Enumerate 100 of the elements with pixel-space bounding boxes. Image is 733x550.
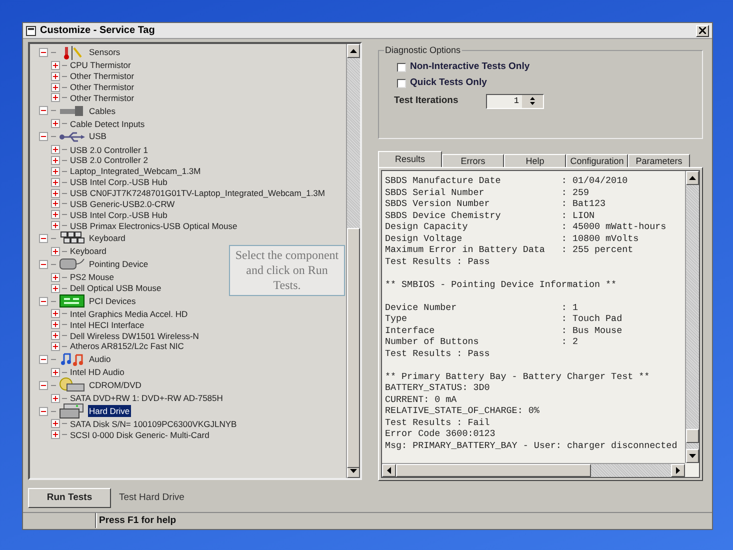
tree-item[interactable]: USB Intel Corp.-USB Hub — [69, 210, 168, 220]
scroll-up-icon[interactable] — [689, 176, 696, 180]
expand-icon[interactable] — [51, 272, 60, 282]
result-line: SBDS Device Chemistry : LION — [385, 210, 596, 221]
keyboard-icon — [59, 231, 85, 246]
mouse-icon — [59, 257, 85, 272]
tree-item[interactable]: USB Generic-USB2.0-CRW — [69, 198, 176, 209]
checkbox-label: Quick Tests Only — [410, 76, 487, 90]
tree-category[interactable]: USB — [88, 130, 108, 144]
tree-item[interactable]: Laptop_Integrated_Webcam_1.3M — [69, 166, 202, 176]
tree-item[interactable]: PS2 Mouse — [69, 272, 115, 282]
tree-category[interactable]: Sensors — [88, 46, 122, 59]
expand-icon[interactable] — [51, 82, 60, 92]
expand-icon[interactable] — [51, 199, 60, 208]
tree-item[interactable]: Other Thermistor — [69, 92, 136, 103]
scroll-up-icon[interactable] — [350, 49, 357, 53]
close-icon — [699, 27, 706, 34]
expand-icon[interactable] — [51, 188, 60, 198]
expand-icon[interactable] — [51, 210, 60, 220]
expand-icon[interactable] — [51, 221, 60, 230]
window-icon — [26, 26, 36, 36]
collapse-icon[interactable] — [39, 354, 48, 364]
expand-icon[interactable] — [51, 72, 60, 81]
expand-icon[interactable] — [51, 246, 60, 256]
result-line: Type : Touch Pad — [385, 313, 624, 324]
run-tests-button[interactable]: Run Tests — [28, 488, 111, 508]
scroll-right-icon[interactable] — [676, 467, 680, 474]
collapse-icon[interactable] — [39, 106, 48, 116]
tab[interactable]: Configuration — [566, 154, 628, 167]
expand-icon[interactable] — [51, 320, 60, 330]
tree-item[interactable]: Dell Wireless DW1501 Wireless-N — [69, 330, 200, 341]
tree-category[interactable]: PCI Devices — [88, 294, 137, 308]
tree-item[interactable]: Atheros AR8152/L2c Fast NIC — [69, 341, 185, 352]
tab[interactable]: Results — [378, 151, 442, 167]
expand-icon[interactable] — [51, 430, 60, 440]
collapse-icon[interactable] — [39, 296, 48, 306]
collapse-icon[interactable] — [39, 380, 48, 390]
expand-icon[interactable] — [51, 331, 60, 340]
results-scrollbar[interactable] — [685, 171, 699, 463]
expand-icon[interactable] — [51, 156, 60, 165]
usb-icon — [59, 130, 85, 144]
collapse-icon[interactable] — [39, 260, 48, 269]
tree-item[interactable]: CPU Thermistor — [69, 60, 132, 70]
result-line: BATTERY_STATUS: 3D0 — [385, 382, 491, 394]
tree-item[interactable]: SATA DVD+RW 1: DVD+-RW AD-7585H — [69, 393, 224, 404]
tree-item[interactable]: Dell Optical USB Mouse — [69, 283, 162, 294]
hard-drive-icon — [59, 403, 85, 420]
expand-icon[interactable] — [51, 93, 60, 102]
results-horizontal-scrollbar[interactable] — [382, 463, 685, 477]
scroll-thumb[interactable] — [347, 228, 360, 468]
tab[interactable]: Errors — [442, 154, 504, 167]
expand-icon[interactable] — [51, 368, 60, 377]
expand-icon[interactable] — [51, 60, 60, 70]
expand-icon[interactable] — [51, 342, 60, 351]
tree-category[interactable]: Hard Drive — [88, 404, 131, 418]
scroll-left-icon[interactable] — [387, 467, 391, 474]
tree-category[interactable]: CDROM/DVD — [88, 378, 142, 392]
expand-icon[interactable] — [51, 284, 60, 293]
close-button[interactable] — [696, 24, 709, 36]
collapse-icon[interactable] — [39, 406, 48, 416]
tree-category[interactable]: Keyboard — [88, 232, 126, 245]
tab[interactable]: Help — [504, 154, 566, 167]
expand-icon[interactable] — [51, 309, 60, 318]
tree-item[interactable]: Intel Graphics Media Accel. HD — [69, 308, 189, 319]
tree-item[interactable]: USB Intel Corp.-USB Hub — [69, 177, 168, 188]
tree-item[interactable]: Keyboard — [69, 246, 108, 256]
result-line: ** SMBIOS - Pointing Device Information ** — [385, 278, 618, 290]
tree-scrollbar[interactable] — [346, 44, 360, 478]
tree-item[interactable]: USB CN0FJT7K7248701G01TV-Laptop_Integrated_Webcam_1.3M — [69, 188, 326, 198]
expand-icon[interactable] — [51, 419, 60, 428]
checkbox[interactable] — [397, 62, 406, 72]
tree-item[interactable]: Cable Detect Inputs — [69, 118, 146, 129]
tree-item[interactable]: Other Thermistor — [69, 71, 136, 82]
scroll-thumb[interactable] — [686, 429, 699, 443]
collapse-icon[interactable] — [39, 48, 48, 57]
checkbox[interactable] — [397, 78, 406, 88]
expand-icon[interactable] — [51, 119, 60, 128]
tree-item[interactable]: Intel HECI Interface — [69, 320, 146, 330]
expand-icon[interactable] — [51, 166, 60, 176]
collapse-icon[interactable] — [39, 132, 48, 142]
expand-icon[interactable] — [51, 178, 60, 187]
tree-item[interactable]: Other Thermistor — [69, 82, 136, 92]
expand-icon[interactable] — [51, 145, 60, 154]
tree-item[interactable]: SCSI 0-000 Disk Generic- Multi-Card — [69, 430, 210, 440]
iterations-label: Test Iterations — [394, 94, 460, 108]
tab[interactable]: Parameters — [628, 154, 690, 167]
scroll-down-icon[interactable] — [689, 454, 696, 458]
tree-item[interactable]: SATA Disk S/N= 100109PC6300VKGJLNYB — [69, 418, 238, 429]
expand-icon[interactable] — [51, 394, 60, 403]
tree-item[interactable]: Intel HD Audio — [69, 367, 126, 378]
tree-category[interactable]: Audio — [88, 353, 112, 366]
cable-icon — [59, 104, 85, 118]
tree-category[interactable]: Cables — [88, 104, 116, 118]
tree-category[interactable]: Pointing Device — [88, 258, 150, 271]
iterations-field[interactable]: 1 — [487, 94, 522, 108]
tree-item[interactable]: USB 2.0 Controller 2 — [69, 155, 149, 166]
collapse-icon[interactable] — [39, 234, 48, 243]
tree-item[interactable]: USB Primax Electronics-USB Optical Mouse — [69, 220, 238, 231]
tree-item[interactable]: USB 2.0 Controller 1 — [69, 144, 149, 155]
iterations-spinner[interactable]: 1 — [486, 94, 544, 108]
